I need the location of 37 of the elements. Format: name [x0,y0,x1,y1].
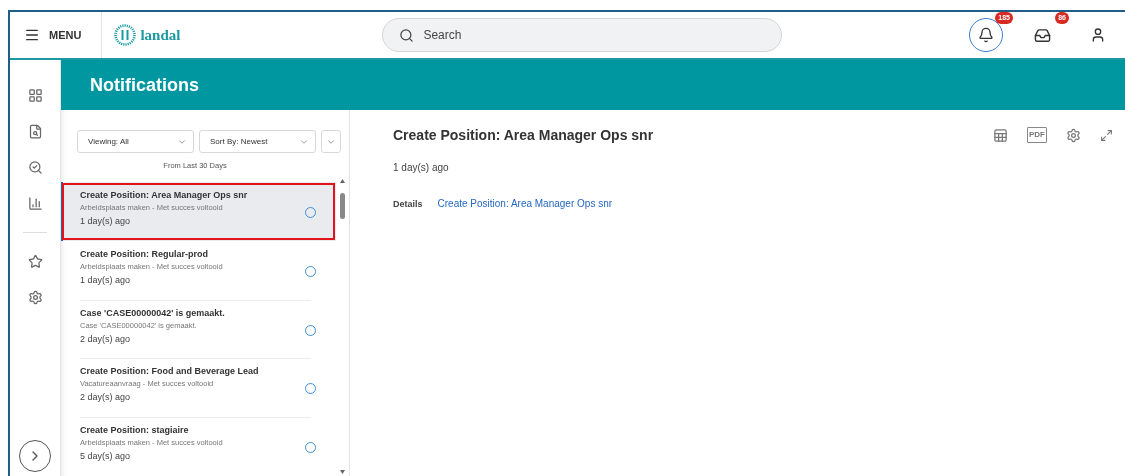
sort-label: Sort By: Newest [210,137,268,146]
viewing-dropdown[interactable]: Viewing: All [77,130,194,153]
inbox-icon [1033,26,1051,44]
settings-icon[interactable] [27,290,43,305]
star-icon[interactable] [27,254,43,269]
search-icon[interactable] [27,160,43,175]
detail-time: 1 day(s) ago [393,162,450,173]
notification-time: 2 day(s) ago [80,333,132,344]
bell-icon [978,27,994,43]
details-link[interactable]: Create Position: Area Manager Ops snr [437,198,613,209]
pdf-export-button[interactable]: PDF [1027,127,1047,143]
notification-time: 1 day(s) ago [80,216,132,226]
notification-time: 5 day(s) ago [80,451,132,462]
user-icon [1090,27,1106,43]
expand-icon[interactable] [1100,128,1113,142]
notification-time: 2 day(s) ago [80,392,132,403]
apps-icon[interactable] [27,88,43,103]
details-label: Details [393,199,423,209]
notification-title: Create Position: stagiaire [80,425,190,436]
page-title: Notifications [90,74,199,96]
logo-icon [114,24,137,46]
notification-time: 1 day(s) ago [80,274,132,285]
notification-title: Create Position: Food and Beverage Lead [80,366,260,377]
settings-icon[interactable] [1066,127,1081,143]
search-input[interactable]: Search [423,28,579,42]
notification-title: Create Position: Area Manager Ops snr [80,190,249,200]
bar-chart-icon[interactable] [27,196,43,211]
menu-button[interactable]: MENU [10,12,103,58]
search-icon [399,27,415,43]
menu-icon [24,27,40,43]
notification-title: Create Position: Regular-prod [80,248,209,259]
detail-title: Create Position: Area Manager Ops snr [393,127,654,143]
notification-title: Case 'CASE00000042' is gemaakt. [80,307,226,318]
sort-dropdown[interactable]: Sort By: Newest [199,130,316,153]
viewing-label: Viewing: All [88,137,129,146]
document-search-icon[interactable] [27,124,43,139]
logo-text: landal [140,26,181,44]
